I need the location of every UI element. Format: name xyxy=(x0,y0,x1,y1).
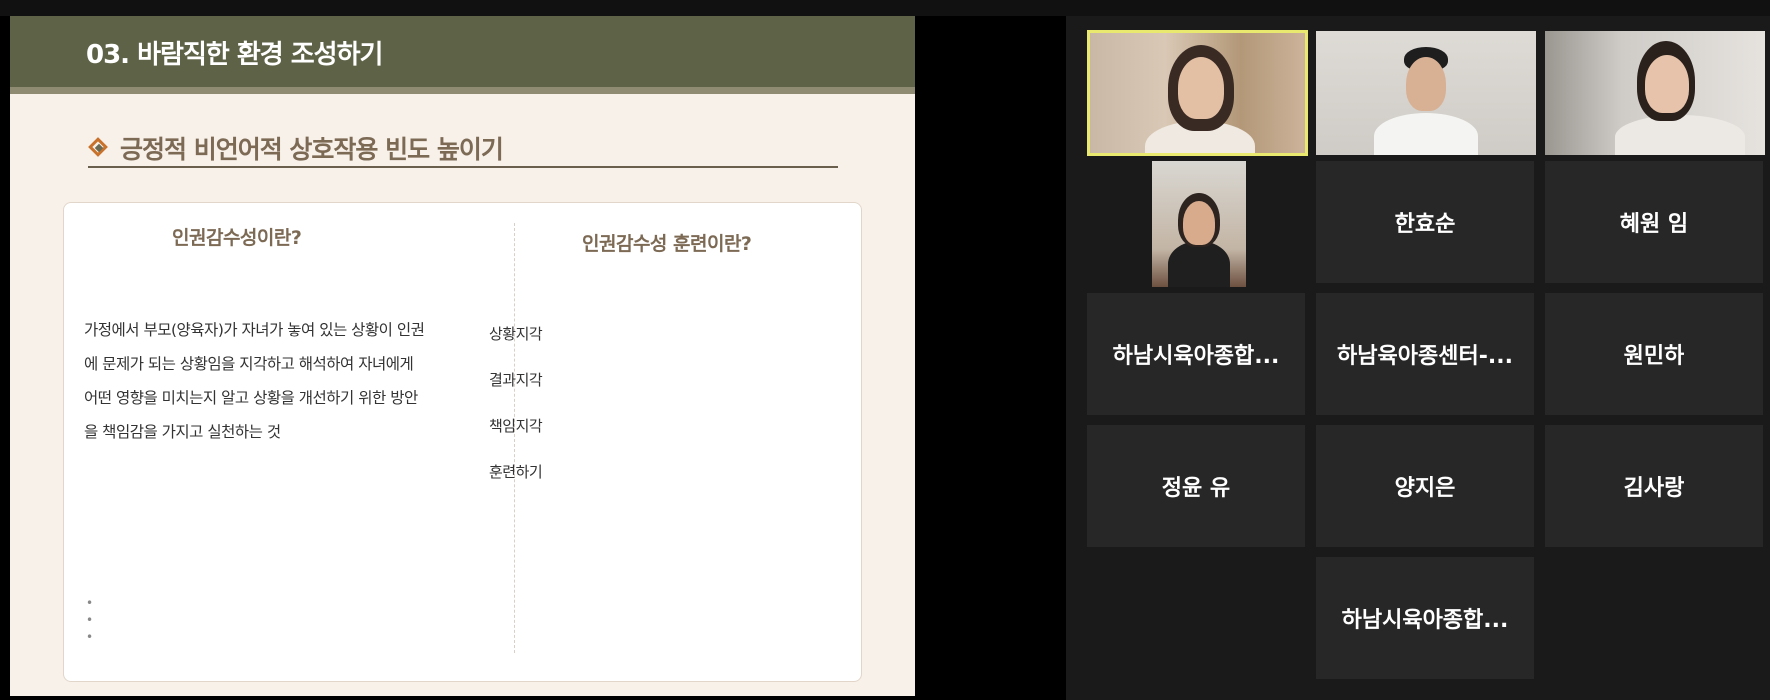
right-column-heading: 인권감수성 훈련이란? xyxy=(582,233,752,255)
list-item: 책임지각 xyxy=(489,417,543,435)
slide-title: 03. 바람직한 환경 조성하기 xyxy=(86,40,383,70)
participant-name: 정윤 유 xyxy=(1161,476,1231,501)
content-card: 인권감수성이란? 인권감수성 훈련이란? 가정에서 부모(양육자)가 자녀가 놓… xyxy=(63,202,862,682)
subheading-underline xyxy=(88,166,838,168)
participant-tile[interactable]: 하남시육아종합... xyxy=(1316,557,1534,679)
subheading-text: 긍정적 비언어적 상호작용 빈도 높이기 xyxy=(120,135,504,164)
participant-tile[interactable]: 정윤 유 xyxy=(1087,425,1305,547)
bullet-dot: • xyxy=(86,630,94,644)
bullet-dot: • xyxy=(86,613,94,627)
person-face xyxy=(1645,55,1689,113)
bullet-dot: • xyxy=(86,596,94,610)
participant-tile[interactable]: 하남시육아종합... xyxy=(1087,293,1305,415)
participant-video[interactable] xyxy=(1152,161,1246,287)
participant-name: 양지은 xyxy=(1394,476,1456,501)
participant-name: 혜원 임 xyxy=(1619,212,1689,237)
list-item: 상황지각 xyxy=(489,325,543,343)
participant-video[interactable] xyxy=(1316,31,1536,155)
participant-tile[interactable]: 원민하 xyxy=(1545,293,1763,415)
participant-name: 하남육아종센터-... xyxy=(1337,344,1513,369)
slide-header-stripe xyxy=(10,87,915,94)
person-figure xyxy=(1615,115,1745,155)
participant-name: 한효순 xyxy=(1394,212,1456,237)
person-face xyxy=(1178,57,1224,119)
participant-name: 하남시육아종합... xyxy=(1112,344,1280,369)
participant-name: 하남시육아종합... xyxy=(1341,608,1509,633)
person-face xyxy=(1406,57,1446,111)
participant-video-active-speaker[interactable] xyxy=(1087,30,1308,156)
meeting-top-bar xyxy=(0,0,1770,16)
shared-slide: 03. 바람직한 환경 조성하기 긍정적 비언어적 상호작용 빈도 높이기 인권… xyxy=(10,16,915,696)
left-column-body: 가정에서 부모(양육자)가 자녀가 놓여 있는 상황이 인권에 문제가 되는 상… xyxy=(84,321,425,441)
list-item: 훈련하기 xyxy=(489,463,543,481)
left-column-heading: 인권감수성이란? xyxy=(172,227,302,249)
diamond-bullet-icon xyxy=(88,137,110,159)
list-item: 결과지각 xyxy=(489,371,543,389)
participant-video[interactable] xyxy=(1545,31,1765,155)
right-column-list: 상황지각 결과지각 책임지각 훈련하기 xyxy=(489,323,543,507)
participant-tile[interactable]: 양지은 xyxy=(1316,425,1534,547)
person-figure xyxy=(1168,241,1230,287)
empty-bullets: • • • xyxy=(86,595,93,646)
participant-tile[interactable]: 한효순 xyxy=(1316,161,1534,283)
participant-tile[interactable]: 혜원 임 xyxy=(1545,161,1763,283)
slide-header: 03. 바람직한 환경 조성하기 xyxy=(10,16,915,87)
person-figure xyxy=(1374,113,1478,155)
participant-name: 김사랑 xyxy=(1623,476,1685,501)
participant-name: 원민하 xyxy=(1623,344,1685,369)
participant-tile[interactable]: 김사랑 xyxy=(1545,425,1763,547)
person-face xyxy=(1183,201,1215,245)
participant-tile[interactable]: 하남육아종센터-... xyxy=(1316,293,1534,415)
slide-subheading: 긍정적 비언어적 상호작용 빈도 높이기 xyxy=(88,130,504,166)
